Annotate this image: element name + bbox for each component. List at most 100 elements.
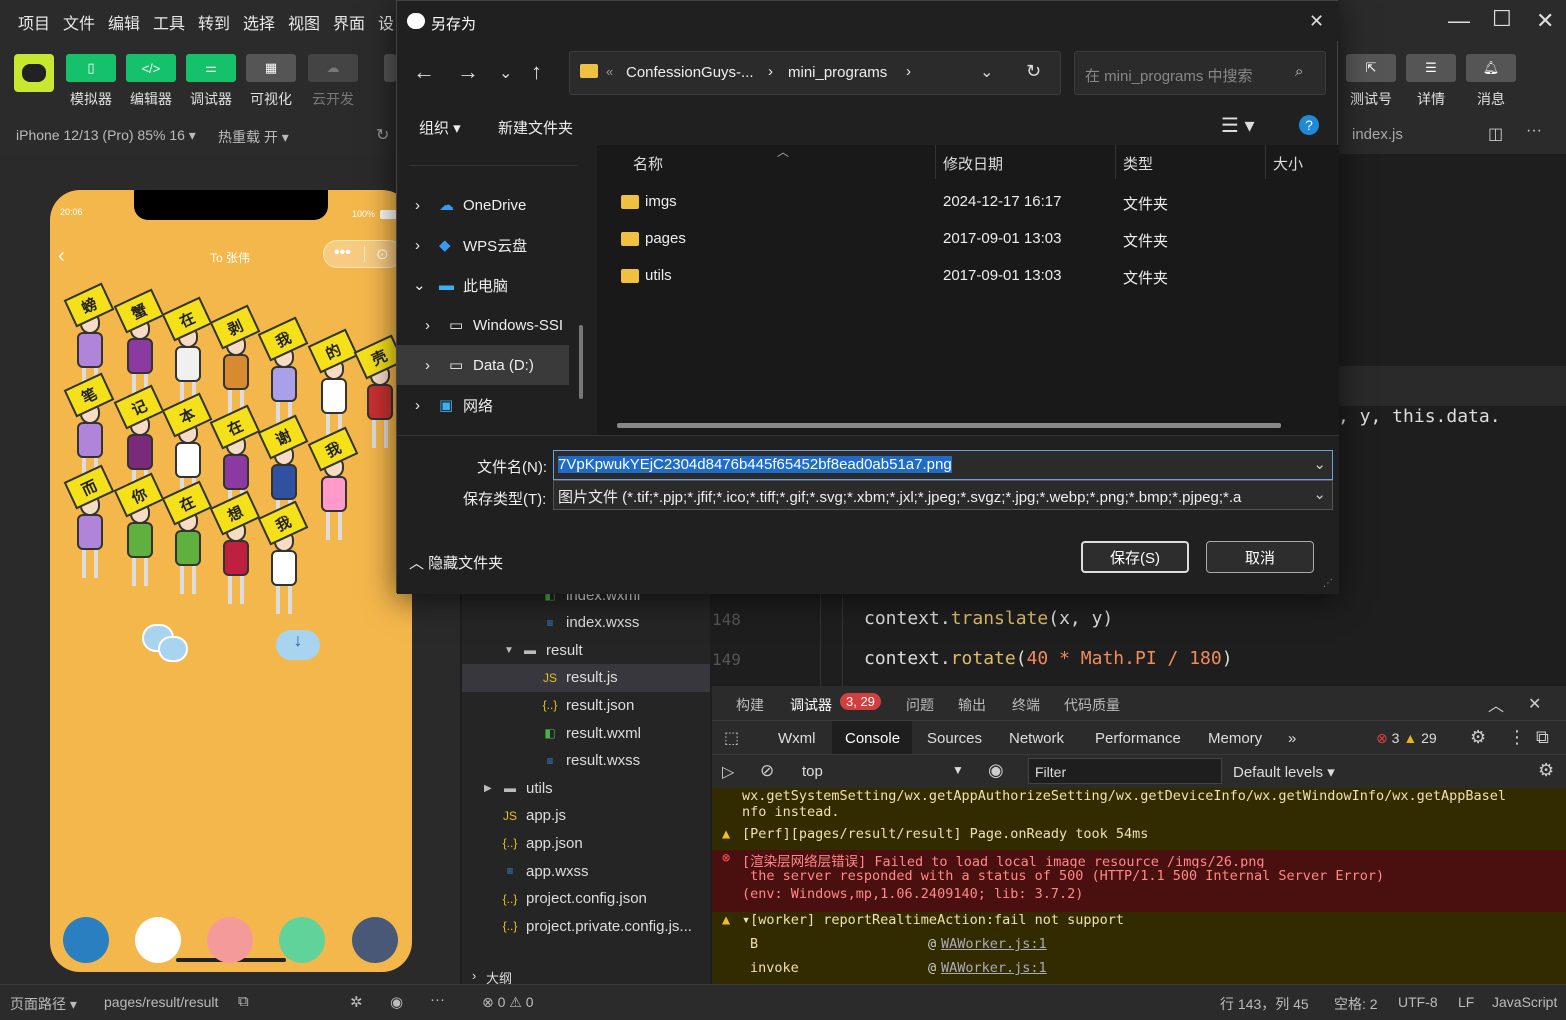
- menu-edit[interactable]: 编辑: [108, 10, 140, 34]
- wechat-icon[interactable]: [142, 624, 188, 666]
- more-tabs-icon[interactable]: »: [1288, 730, 1296, 747]
- filename-input[interactable]: 7VpKpwukYEjC2304d8476b445f65452bf8ead0ab…: [553, 450, 1333, 480]
- toolbar-partial-button[interactable]: [384, 54, 396, 82]
- address-bar[interactable]: « ConfessionGuys-... › mini_programs › ⌄…: [569, 51, 1061, 95]
- copy-icon[interactable]: ⧉: [238, 993, 249, 1010]
- file-item[interactable]: {..} result.json: [462, 691, 710, 719]
- file-encoding[interactable]: UTF-8: [1398, 994, 1438, 1010]
- file-row[interactable]: pages 2017-09-01 13:03 文件夹: [597, 220, 1339, 257]
- color-dot-white[interactable]: [135, 917, 181, 963]
- color-dot-blue[interactable]: [63, 917, 109, 963]
- editor-tab-index-js[interactable]: index.js: [1352, 126, 1403, 143]
- more-options-icon[interactable]: ···: [430, 991, 445, 1008]
- column-modified[interactable]: 修改日期: [943, 153, 1003, 174]
- preview-eye-icon[interactable]: ◉: [390, 993, 403, 1011]
- menu-tools[interactable]: 工具: [153, 10, 185, 34]
- menu-file[interactable]: 文件: [63, 10, 95, 34]
- color-dot-navy[interactable]: [352, 917, 398, 963]
- simulator-toggle-button[interactable]: ▯: [66, 54, 116, 82]
- menu-goto[interactable]: 转到: [198, 10, 230, 34]
- minimize-icon[interactable]: —: [1448, 8, 1470, 34]
- folder-item[interactable]: ▼ ▬ result: [462, 636, 710, 664]
- nav-onedrive[interactable]: › ☁ OneDrive: [397, 185, 593, 225]
- forward-arrow-icon[interactable]: →: [457, 59, 479, 85]
- console-tab-network[interactable]: Network: [1009, 730, 1064, 747]
- back-arrow-icon[interactable]: ←: [413, 59, 435, 85]
- menu-select[interactable]: 选择: [243, 10, 275, 34]
- filter-input[interactable]: Filter: [1028, 758, 1222, 784]
- split-editor-icon[interactable]: ◫: [1488, 124, 1503, 144]
- cloud-dev-button[interactable]: ☁: [308, 54, 358, 82]
- column-size[interactable]: 大小: [1273, 153, 1303, 174]
- cursor-position[interactable]: 行 143，列 45: [1220, 994, 1309, 1014]
- nav-network[interactable]: › ▣ 网络: [397, 385, 593, 425]
- column-type[interactable]: 类型: [1123, 153, 1153, 174]
- sidebar-toggle-icon[interactable]: ▷: [722, 762, 734, 782]
- cancel-button[interactable]: 取消: [1206, 541, 1314, 573]
- organize-menu[interactable]: 组织 ▾: [419, 117, 461, 138]
- nav-wps-cloud[interactable]: › ◆ WPS云盘: [397, 225, 593, 265]
- menu-settings[interactable]: 设: [378, 10, 394, 34]
- folder-search-input[interactable]: 在 mini_programs 中搜索 ⌕: [1074, 51, 1326, 95]
- details-button[interactable]: ☰: [1406, 54, 1456, 82]
- maximize-icon[interactable]: ☐: [1492, 6, 1512, 32]
- inspect-element-icon[interactable]: ⬚: [724, 728, 739, 748]
- tab-output[interactable]: 输出: [958, 695, 986, 715]
- color-dot-green[interactable]: [279, 917, 325, 963]
- file-item[interactable]: {..} project.private.config.js...: [462, 912, 710, 940]
- breadcrumb-project[interactable]: ConfessionGuys-...: [626, 64, 754, 81]
- problems-count[interactable]: ⊗ 0 ⚠ 0: [482, 994, 534, 1011]
- nav-windows-ssd[interactable]: › ▭ Windows-SSI: [397, 305, 593, 345]
- file-item[interactable]: ◧ result.wxml: [462, 719, 710, 747]
- file-item[interactable]: {..} app.json: [462, 829, 710, 857]
- source-link[interactable]: WAWorker.js:1: [941, 960, 1047, 976]
- console-settings-icon[interactable]: ⚙: [1538, 760, 1554, 781]
- resize-grip-icon[interactable]: ⋰: [1323, 578, 1333, 589]
- log-levels-select[interactable]: Default levels ▾: [1233, 763, 1335, 781]
- menu-interface[interactable]: 界面: [333, 10, 365, 34]
- file-row[interactable]: utils 2017-09-01 13:03 文件夹: [597, 257, 1339, 294]
- help-icon[interactable]: ?: [1299, 115, 1319, 135]
- file-item[interactable]: JS app.js: [462, 802, 710, 830]
- menu-view[interactable]: 视图: [288, 10, 320, 34]
- code-editor[interactable]: 148 context.translate(x, y) 149 context.…: [712, 590, 1566, 686]
- settings-gear-icon[interactable]: ⚙: [1470, 727, 1486, 748]
- outline-section[interactable]: › 大纲: [462, 964, 710, 986]
- source-link[interactable]: WAWorker.js:1: [941, 936, 1047, 952]
- up-arrow-icon[interactable]: ↑: [531, 59, 542, 85]
- folder-item[interactable]: ▶ ▬ utils: [462, 774, 710, 802]
- device-select[interactable]: iPhone 12/13 (Pro) 85% 16 ▾: [16, 127, 196, 144]
- test-account-button[interactable]: ⇱: [1346, 54, 1396, 82]
- close-panel-icon[interactable]: ✕: [1528, 694, 1541, 714]
- page-path-select[interactable]: 页面路径 ▾: [10, 994, 77, 1014]
- nav-this-pc[interactable]: ⌄ ▬ 此电脑: [397, 265, 593, 305]
- new-folder-button[interactable]: 新建文件夹: [498, 117, 573, 138]
- more-actions-icon[interactable]: ···: [1526, 122, 1542, 140]
- context-select[interactable]: top: [802, 763, 823, 780]
- hot-reload-select[interactable]: 热重载 开 ▾: [218, 127, 289, 147]
- clear-console-icon[interactable]: ⊘: [760, 761, 774, 781]
- indent-spaces[interactable]: 空格: 2: [1334, 994, 1378, 1014]
- line-ending[interactable]: LF: [1458, 994, 1474, 1010]
- view-options-icon[interactable]: ☰ ▾: [1221, 113, 1255, 138]
- save-button[interactable]: 保存(S): [1081, 541, 1189, 573]
- tab-code-quality[interactable]: 代码质量: [1064, 695, 1120, 715]
- bug-icon[interactable]: ✲: [350, 993, 363, 1011]
- console-tab-sources[interactable]: Sources: [927, 730, 982, 747]
- download-cloud-icon[interactable]: ↓: [276, 630, 320, 660]
- path-dropdown-icon[interactable]: ⌄: [980, 62, 993, 82]
- hide-folders-toggle[interactable]: ︿ 隐藏文件夹: [409, 552, 503, 573]
- file-row[interactable]: imgs 2024-12-17 16:17 文件夹: [597, 183, 1339, 220]
- nav-scrollbar[interactable]: [579, 325, 583, 399]
- dialog-close-icon[interactable]: ✕: [1309, 11, 1324, 32]
- visual-toggle-button[interactable]: ▦: [246, 54, 296, 82]
- debugger-toggle-button[interactable]: ⚌: [186, 54, 236, 82]
- console-tab-console[interactable]: Console: [845, 730, 900, 747]
- error-count[interactable]: ⊗ 3 ▲ 29: [1376, 730, 1437, 747]
- tab-problems[interactable]: 问题: [906, 695, 934, 715]
- column-name[interactable]: 名称: [633, 153, 663, 174]
- collapse-panel-icon[interactable]: ︿: [1488, 692, 1504, 716]
- file-item[interactable]: ≡ app.wxss: [462, 857, 710, 885]
- file-item[interactable]: ≡ result.wxss: [462, 747, 710, 775]
- recent-dropdown-icon[interactable]: ⌄: [499, 63, 512, 83]
